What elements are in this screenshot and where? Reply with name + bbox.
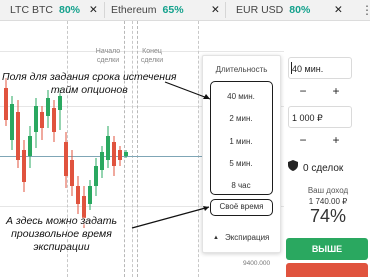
arrow-line [164,81,211,100]
annotation-arrows [131,81,211,229]
arrow-line [131,206,210,229]
